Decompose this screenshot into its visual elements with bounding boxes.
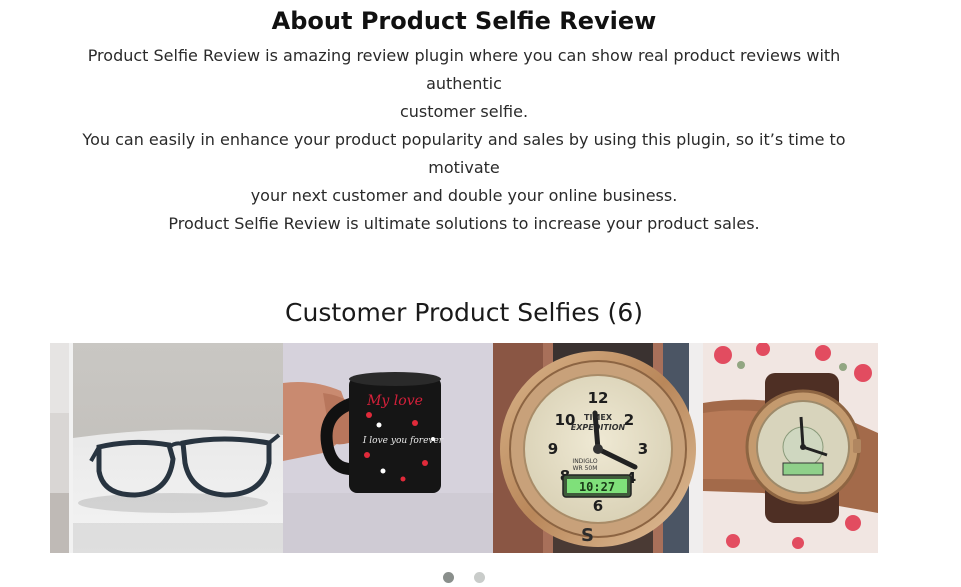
svg-text:12: 12 [588, 389, 609, 407]
about-paragraph-2-line-1: You can easily in enhance your product p… [82, 130, 846, 177]
selfie-gallery[interactable]: My love I love you forever 12 3 6 9 10 2… [50, 343, 878, 553]
carousel-pagination [0, 568, 928, 583]
about-paragraph-3: Product Selfie Review is ultimate soluti… [168, 214, 760, 233]
pagination-dot-2[interactable] [473, 572, 485, 583]
mug-selfie-image[interactable]: My love I love you forever [283, 343, 493, 553]
mug-text: My love [366, 393, 423, 409]
selfies-title: Customer Product Selfies (6) [285, 298, 643, 327]
about-paragraph-2: You can easily in enhance your product p… [60, 126, 868, 210]
watch-digital: 10:27 [579, 480, 615, 494]
svg-text:S: S [581, 525, 594, 546]
svg-text:6: 6 [593, 497, 603, 515]
about-paragraph-1: Product Selfie Review is amazing review … [60, 42, 868, 126]
svg-text:9: 9 [548, 440, 558, 458]
svg-text:2: 2 [624, 411, 634, 429]
watch-wr: WR 50M [573, 465, 598, 472]
eyeglasses-selfie-image[interactable] [73, 343, 283, 553]
pagination-dot-1[interactable] [443, 572, 455, 583]
watch-sub: INDIGLO [572, 458, 597, 465]
about-title: About Product Selfie Review [271, 7, 657, 35]
about-paragraph-1-line-2: customer selfie. [399, 102, 529, 121]
timex-watch-selfie-image[interactable]: 12 3 6 9 10 4 2 8 TIMEX EXPEDITION INDIG… [493, 343, 703, 553]
about-paragraph-1-line-1: Product Selfie Review is amazing review … [87, 46, 841, 93]
watch-brand: TIMEX [584, 413, 613, 422]
cropped-selfie-image[interactable] [50, 343, 73, 553]
about-paragraph-2-line-2: your next customer and double your onlin… [250, 186, 678, 205]
wrist-watch-selfie-image[interactable] [703, 343, 878, 553]
svg-text:3: 3 [638, 440, 648, 458]
mug-text-2: I love you forever [362, 436, 444, 446]
